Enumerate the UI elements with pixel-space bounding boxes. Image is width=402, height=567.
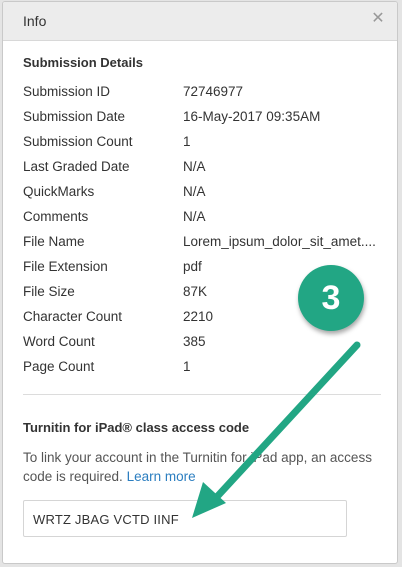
detail-label: Submission Date (23, 109, 126, 124)
dialog-header: Info ✕ (3, 2, 397, 41)
detail-label: Comments (23, 209, 89, 224)
submission-details-list: Submission ID 72746977 Submission Date 16-… (23, 84, 383, 384)
detail-row: Submission Count 1 (23, 134, 383, 159)
ipad-access-code-heading: Turnitin for iPad® class access code (23, 420, 250, 435)
detail-value: 1 (183, 359, 191, 374)
detail-value: 16-May-2017 09:35AM (183, 109, 321, 124)
detail-row: QuickMarks N/A (23, 184, 383, 209)
detail-row: File Name Lorem_ipsum_dolor_sit_amet.... (23, 234, 383, 259)
detail-row: Comments N/A (23, 209, 383, 234)
close-icon[interactable]: ✕ (369, 10, 387, 28)
detail-label: File Size (23, 284, 75, 299)
ipad-instructions: To link your account in the Turnitin for… (23, 448, 375, 486)
detail-value: 385 (183, 334, 206, 349)
detail-label: Last Graded Date (23, 159, 130, 174)
detail-value: N/A (183, 159, 206, 174)
detail-value: 1 (183, 134, 191, 149)
detail-row: Word Count 385 (23, 334, 383, 359)
detail-label: Submission Count (23, 134, 133, 149)
detail-label: File Name (23, 234, 85, 249)
detail-value: 72746977 (183, 84, 244, 99)
detail-row: Last Graded Date N/A (23, 159, 383, 184)
ipad-instructions-text: To link your account in the Turnitin for… (23, 450, 372, 484)
detail-label: File Extension (23, 259, 108, 274)
detail-value: N/A (183, 209, 206, 224)
detail-label: QuickMarks (23, 184, 95, 199)
callout-badge: 3 (298, 265, 364, 331)
detail-value: pdf (183, 259, 202, 274)
detail-row: Page Count 1 (23, 359, 383, 384)
learn-more-link[interactable]: Learn more (127, 469, 196, 484)
detail-label: Word Count (23, 334, 95, 349)
detail-label: Page Count (23, 359, 95, 374)
access-code-field[interactable]: WRTZ JBAG VCTD IINF (23, 500, 347, 537)
detail-value: N/A (183, 184, 206, 199)
submission-details-heading: Submission Details (23, 55, 143, 70)
dialog-title: Info (23, 13, 47, 29)
section-divider (23, 394, 381, 395)
detail-row: Submission ID 72746977 (23, 84, 383, 109)
detail-label: Submission ID (23, 84, 111, 99)
detail-row: Submission Date 16-May-2017 09:35AM (23, 109, 383, 134)
detail-value: Lorem_ipsum_dolor_sit_amet.... (183, 234, 376, 249)
detail-label: Character Count (23, 309, 123, 324)
